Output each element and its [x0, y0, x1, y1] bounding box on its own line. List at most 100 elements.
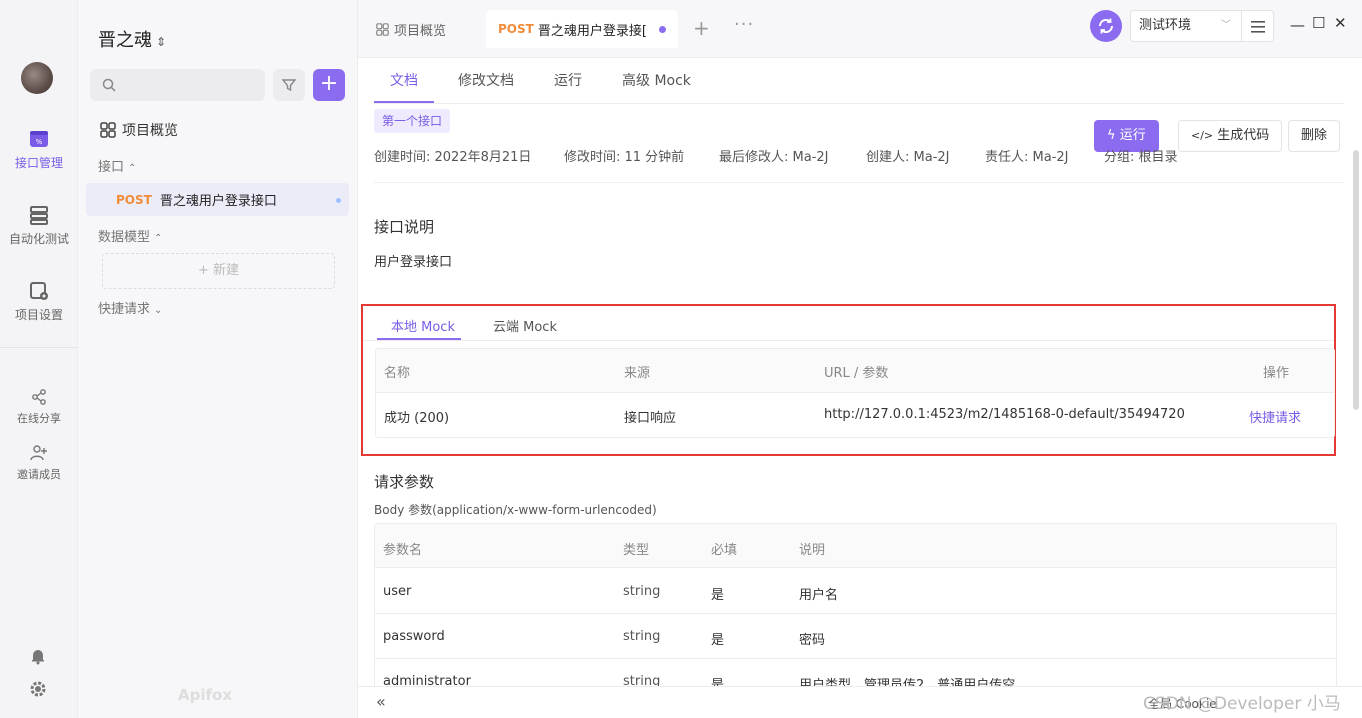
rail-label: 邀请成员	[17, 468, 61, 481]
rail-label: 在线分享	[17, 412, 61, 425]
param-required: 是	[711, 633, 725, 648]
minimize-button[interactable]: —	[1290, 16, 1305, 34]
params-title: 请求参数	[374, 473, 435, 491]
group-api-label: 接口	[98, 160, 125, 175]
mock-url[interactable]: http://127.0.0.1:4523/m2/1485168-0-defau…	[824, 407, 1185, 422]
subtab-doc[interactable]: 文档	[390, 70, 418, 90]
auto-test-icon	[30, 206, 48, 225]
param-type: string	[623, 629, 661, 644]
method-badge: POST	[498, 22, 534, 36]
filter-icon	[281, 79, 297, 92]
maximize-button[interactable]: ☐	[1312, 14, 1325, 32]
group-quick-label: 快捷请求	[98, 302, 151, 317]
tab-local-mock[interactable]: 本地 Mock	[391, 316, 455, 335]
tab-cloud-mock[interactable]: 云端 Mock	[493, 316, 557, 335]
param-desc: 用户类型，管理员传2，普通用户传空	[799, 678, 1016, 686]
rail-item-api-manage[interactable]: % 接口管理	[0, 128, 78, 171]
grid-icon	[100, 122, 116, 138]
sidebar-item-overview[interactable]: 项目概览	[100, 120, 178, 140]
api-tag: 第一个接口	[374, 109, 451, 133]
sync-button[interactable]	[1090, 10, 1122, 42]
more-tabs-button[interactable]: ···	[734, 14, 754, 35]
chevron-down-icon: ﹀	[1221, 20, 1231, 31]
mock-name: 成功 (200)	[384, 411, 450, 426]
col-required: 必填	[711, 543, 738, 558]
chevron-up-icon: ⌃	[128, 163, 137, 174]
table-header: 参数名 类型 必填 说明	[375, 524, 1336, 568]
run-label: 运行	[1119, 128, 1146, 143]
param-name: administrator	[383, 674, 471, 686]
meta-owner: 责任人: Ma-2J	[985, 150, 1069, 165]
param-required: 是	[711, 588, 725, 603]
tab-bar: 项目概览 POST 晋之魂用户登录接[ + ··· 测试环境 ﹀ — ☐ ✕	[358, 0, 1362, 58]
delete-button[interactable]: 删除	[1288, 120, 1341, 152]
bell-icon[interactable]	[29, 647, 47, 665]
rail-item-auto-test[interactable]: 自动化测试	[0, 204, 78, 247]
subtab-indicator	[374, 101, 434, 103]
param-desc: 用户名	[799, 588, 839, 603]
main-content: 文档 修改文档 运行 高级 Mock 第一个接口 ϟ 运行 </> 生成代码 删…	[358, 58, 1351, 686]
project-switcher[interactable]: 晋之魂 ⇕	[98, 26, 166, 52]
share-icon	[32, 389, 46, 405]
quick-request-link[interactable]: 快捷请求	[1249, 407, 1301, 426]
menu-icon	[1251, 21, 1265, 33]
mock-source: 接口响应	[624, 411, 677, 426]
icon-rail: % 接口管理 自动化测试 项目设置 在线分享 邀请成员	[0, 0, 78, 718]
sidebar-api-item[interactable]: POST 晋之魂用户登录接口	[86, 183, 349, 216]
mock-table: 名称 来源 URL / 参数 操作 成功 (200) 接口响应 http://1…	[375, 348, 1335, 438]
tab-api-doc[interactable]: POST 晋之魂用户登录接[	[486, 10, 678, 48]
subtab-edit[interactable]: 修改文档	[458, 70, 514, 90]
gear-icon[interactable]	[29, 680, 47, 698]
col-desc: 说明	[799, 543, 826, 558]
meta-modified: 修改时间: 11 分钟前	[564, 150, 685, 165]
subtab-run[interactable]: 运行	[554, 70, 582, 90]
chevron-up-icon: ⌃	[154, 233, 163, 244]
close-button[interactable]: ✕	[1334, 14, 1347, 32]
project-settings-icon	[30, 282, 48, 300]
method-badge: POST	[116, 192, 152, 207]
rail-label: 自动化测试	[8, 232, 69, 246]
meta-last-editor: 最后修改人: Ma-2J	[719, 150, 829, 165]
tab-overview-label: 项目概览	[394, 23, 447, 39]
tab-overview[interactable]: 项目概览	[376, 10, 446, 48]
api-manage-icon: %	[30, 131, 48, 147]
gen-code-label: 生成代码	[1217, 128, 1270, 143]
rail-item-project-settings[interactable]: 项目设置	[0, 280, 78, 323]
new-model-button[interactable]: + 新建	[102, 253, 335, 289]
params-table: 参数名 类型 必填 说明 user string 是 用户名 password …	[374, 523, 1337, 686]
project-sidebar: 晋之魂 ⇕ + 项目概览 接口 ⌃ POST 晋之魂用户登录接口 数据模型 ⌃ + 新…	[78, 0, 358, 718]
group-model-label: 数据模型	[98, 230, 151, 245]
project-name: 晋之魂	[98, 30, 152, 51]
param-name: user	[383, 584, 412, 599]
gen-code-button[interactable]: </> 生成代码	[1178, 120, 1283, 152]
watermark: CSDN @Developer 小马	[1143, 694, 1341, 714]
add-tab-button[interactable]: +	[693, 16, 710, 40]
code-icon: </>	[1191, 129, 1214, 142]
env-manage-button[interactable]	[1242, 10, 1274, 42]
rail-label: 项目设置	[14, 308, 63, 322]
add-button[interactable]: +	[313, 69, 345, 101]
rail-label: 接口管理	[14, 156, 63, 170]
search-input[interactable]	[90, 69, 265, 101]
status-bar: « 全局 Cookie CSDN @Developer 小马	[358, 686, 1362, 718]
rail-item-invite[interactable]: 邀请成员	[0, 444, 78, 482]
rail-divider	[0, 347, 78, 348]
subtab-mock[interactable]: 高级 Mock	[622, 70, 691, 90]
meta-created: 创建时间: 2022年8月21日	[374, 150, 532, 165]
group-model[interactable]: 数据模型 ⌃	[98, 226, 162, 245]
collapse-sidebar-button[interactable]: «	[376, 692, 386, 711]
new-label: 新建	[213, 263, 240, 278]
scrollbar[interactable]	[1353, 150, 1359, 410]
rail-item-share[interactable]: 在线分享	[0, 388, 78, 426]
avatar[interactable]	[21, 62, 53, 94]
group-api[interactable]: 接口 ⌃	[98, 156, 136, 175]
filter-button[interactable]	[273, 69, 305, 101]
desc-title: 接口说明	[374, 218, 435, 236]
param-required: 是	[711, 678, 725, 686]
body-type: Body 参数(application/x-www-form-urlencode…	[374, 503, 657, 517]
col-name: 名称	[384, 366, 411, 381]
param-name: password	[383, 629, 445, 644]
env-select[interactable]: 测试环境 ﹀	[1130, 10, 1242, 42]
group-quick[interactable]: 快捷请求 ⌄	[98, 298, 162, 317]
col-type: 类型	[623, 543, 650, 558]
